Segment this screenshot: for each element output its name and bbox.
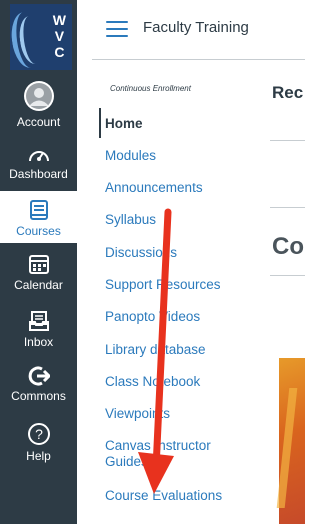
course-nav-discussions[interactable]: Discussions [105, 245, 255, 261]
content-divider [270, 275, 305, 276]
global-nav-account[interactable]: Account [0, 80, 77, 132]
user-avatar-icon [23, 81, 54, 111]
course-nav-syllabus[interactable]: Syllabus [105, 212, 255, 228]
global-nav-account-label: Account [16, 115, 61, 129]
course-nav-announcements[interactable]: Announcements [105, 180, 255, 196]
global-nav-help-label: Help [26, 449, 51, 463]
content-heading-recent: Rec [272, 83, 304, 102]
content-divider [270, 140, 305, 141]
course-nav-course-evaluations[interactable]: Course Evaluations [105, 488, 255, 504]
commons-arrow-icon [28, 366, 50, 386]
global-nav-calendar[interactable]: Calendar [0, 253, 77, 297]
book-icon [29, 200, 48, 220]
college-logo[interactable]: W V C [10, 4, 72, 70]
global-nav-courses-label: Courses [16, 224, 61, 238]
global-nav-dashboard-label: Dashboard [9, 167, 68, 181]
global-nav-calendar-label: Calendar [14, 278, 63, 292]
course-nav-home[interactable]: Home [105, 116, 255, 132]
course-nav-class-notebook[interactable]: Class Notebook [105, 374, 255, 390]
course-nav-library-database[interactable]: Library database [105, 342, 255, 358]
global-nav-dashboard[interactable]: Dashboard [0, 146, 77, 186]
breadcrumb-course-title[interactable]: Faculty Training [143, 19, 249, 36]
speedometer-icon [28, 151, 49, 162]
course-term-label: Continuous Enrollment [110, 84, 191, 93]
global-nav: W V C Account Dashboard Courses Calendar… [0, 0, 77, 524]
inbox-icon [28, 311, 49, 331]
course-nav-panopto-videos[interactable]: Panopto Videos [105, 309, 255, 325]
content-divider [270, 207, 305, 208]
content-heading-course: Co [272, 233, 304, 260]
course-nav-modules[interactable]: Modules [105, 148, 255, 164]
course-menu-toggle-button[interactable] [106, 21, 128, 38]
calendar-icon [28, 255, 49, 274]
course-banner-image [276, 358, 305, 524]
global-nav-commons-label: Commons [11, 389, 66, 403]
course-nav-support-resources[interactable]: Support Resources [105, 277, 255, 293]
svg-text:?: ? [35, 426, 43, 442]
global-nav-help[interactable]: ? Help [0, 422, 77, 466]
global-nav-inbox-label: Inbox [23, 335, 54, 349]
global-nav-inbox[interactable]: Inbox [0, 310, 77, 352]
course-nav-canvas-instructor-guides[interactable]: Canvas Instructor Guides [105, 438, 225, 470]
course-nav-viewpoints[interactable]: Viewpoints [105, 406, 255, 422]
global-nav-courses[interactable]: Courses [0, 191, 77, 243]
header-divider [92, 59, 305, 60]
question-circle-icon: ? [27, 423, 50, 445]
global-nav-commons[interactable]: Commons [0, 366, 77, 410]
active-item-indicator [99, 108, 101, 138]
